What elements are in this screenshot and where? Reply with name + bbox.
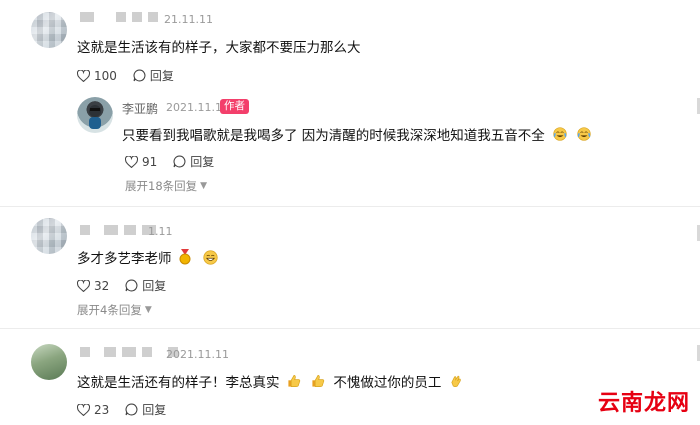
like-count: 100 bbox=[94, 68, 117, 83]
heart-icon bbox=[77, 69, 90, 82]
reply-label: 回复 bbox=[142, 403, 167, 417]
comment-actions: 23 回复 bbox=[77, 401, 182, 418]
crying-laugh-emoji-icon bbox=[577, 127, 592, 145]
reply-button[interactable]: 回复 bbox=[173, 153, 214, 170]
comment-2: 1.11 多才多艺李老师 32 回复 展开4条回复 ▼ bbox=[0, 207, 700, 327]
expand-replies-button[interactable]: 展开4条回复 ▼ bbox=[77, 302, 152, 318]
grin-emoji-icon bbox=[203, 249, 218, 269]
comment-text-part-2: 不愧做过你的员工 bbox=[333, 375, 442, 391]
heart-icon bbox=[125, 155, 138, 168]
expand-replies-label: 展开4条回复 bbox=[77, 303, 142, 317]
reply-bubble-icon bbox=[125, 403, 138, 416]
comment-actions: 100 回复 bbox=[77, 67, 190, 84]
reply-button[interactable]: 回复 bbox=[125, 401, 166, 418]
like-count: 91 bbox=[142, 154, 158, 169]
avatar[interactable] bbox=[31, 12, 67, 48]
author-name[interactable]: 李亚鹏 bbox=[122, 100, 158, 117]
comment-text: 这就是生活还有的样子！李总真实 不愧做过你的员工 bbox=[77, 371, 463, 392]
comment-actions: 32 回复 bbox=[77, 277, 182, 294]
avatar[interactable] bbox=[31, 218, 67, 254]
crying-laugh-emoji-icon bbox=[553, 127, 567, 145]
username-redacted bbox=[80, 12, 158, 22]
comment-text: 这就是生活该有的样子，大家都不要压力那么大 bbox=[77, 40, 361, 56]
author-badge: 作者 bbox=[220, 99, 249, 114]
comment-text-content: 多才多艺李老师 bbox=[77, 251, 172, 267]
clap-emoji-icon bbox=[449, 374, 463, 392]
cyclist-avatar-icon bbox=[89, 105, 101, 129]
author-reply-text-content: 只要看到我唱歌就是我喝多了 因为清醒的时候我深深地知道我五音不全 bbox=[122, 128, 545, 144]
comment-text-part-1: 这就是生活还有的样子！李总真实 bbox=[77, 375, 280, 391]
expand-replies-label: 展开18条回复 bbox=[125, 179, 198, 193]
reply-bubble-icon bbox=[133, 69, 146, 82]
author-reply-text: 只要看到我唱歌就是我喝多了 因为清醒的时候我深深地知道我五音不全 bbox=[122, 124, 592, 145]
comment-3: 2021.11.11 这就是生活还有的样子！李总真实 不愧做过你的员工 23 回… bbox=[0, 329, 700, 425]
comment-1: 21.11.11 这就是生活该有的样子，大家都不要压力那么大 100 回复 李亚… bbox=[0, 0, 700, 205]
thumbs-up-emoji-icon bbox=[311, 374, 325, 392]
medal-emoji-icon bbox=[179, 249, 191, 269]
reply-label: 回复 bbox=[142, 279, 167, 293]
heart-icon bbox=[77, 279, 90, 292]
expand-replies-button[interactable]: 展开18条回复 ▼ bbox=[125, 178, 207, 194]
username-redacted bbox=[80, 347, 178, 357]
author-avatar[interactable] bbox=[77, 97, 113, 133]
like-button[interactable]: 23 bbox=[77, 403, 109, 417]
reply-button[interactable]: 回复 bbox=[133, 67, 174, 84]
like-button[interactable]: 100 bbox=[77, 69, 117, 83]
comment-date: 21.11.11 bbox=[164, 13, 213, 26]
watermark-logo: 云南龙网 bbox=[597, 391, 690, 416]
like-count: 32 bbox=[94, 278, 110, 293]
avatar[interactable] bbox=[31, 344, 67, 380]
like-count: 23 bbox=[94, 402, 110, 417]
reply-label: 回复 bbox=[149, 69, 174, 83]
heart-icon bbox=[77, 403, 90, 416]
comment-date: 2021.11.11 bbox=[166, 348, 229, 361]
reply-button[interactable]: 回复 bbox=[125, 277, 166, 294]
username-redacted bbox=[80, 225, 156, 235]
reply-bubble-icon bbox=[173, 155, 186, 168]
reply-label: 回复 bbox=[190, 155, 215, 169]
comment-text: 多才多艺李老师 bbox=[77, 247, 218, 269]
reply-bubble-icon bbox=[125, 279, 138, 292]
author-reply-actions: 91 回复 bbox=[125, 153, 230, 170]
like-button[interactable]: 91 bbox=[125, 155, 157, 169]
chevron-down-icon: ▼ bbox=[144, 305, 152, 315]
chevron-down-icon: ▼ bbox=[200, 181, 208, 191]
comment-date: 1.11 bbox=[148, 225, 173, 238]
like-button[interactable]: 32 bbox=[77, 279, 109, 293]
thumbs-up-emoji-icon bbox=[287, 374, 301, 392]
